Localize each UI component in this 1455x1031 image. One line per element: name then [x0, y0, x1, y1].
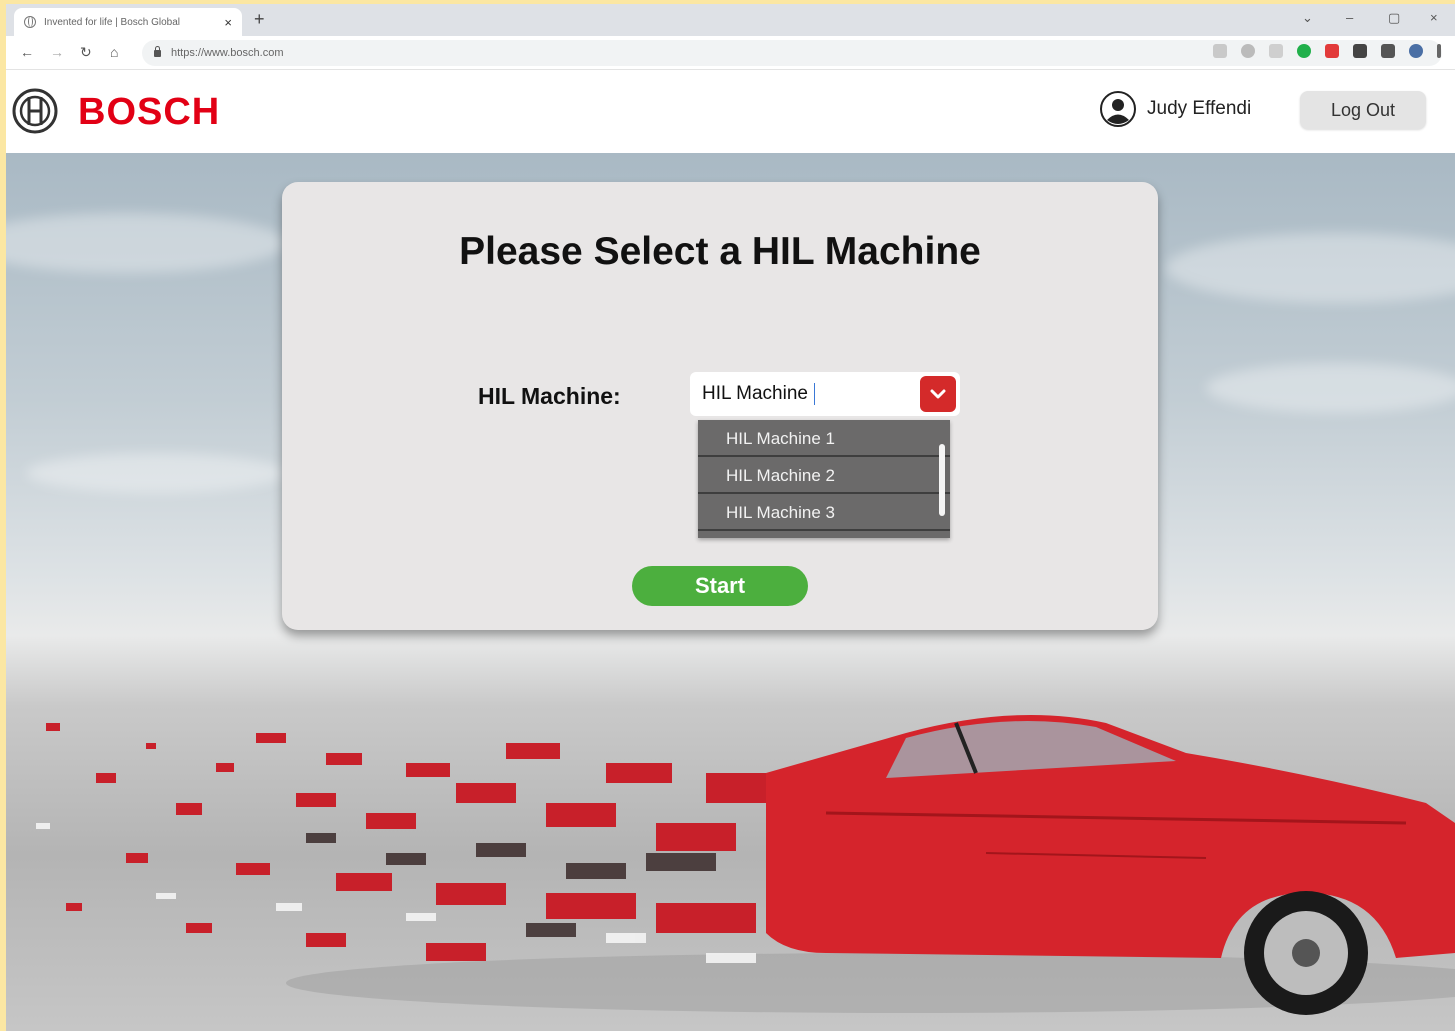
star-icon[interactable]	[1241, 44, 1255, 58]
forward-icon[interactable]: →	[50, 44, 64, 60]
tab-search-icon[interactable]: ⌄	[1302, 10, 1313, 26]
select-value: HIL Machine	[702, 383, 808, 404]
browser-window: Invented for life | Bosch Global × + ⌄ –…	[6, 4, 1455, 1031]
close-window-icon[interactable]: ×	[1430, 10, 1438, 25]
profile-avatar-icon[interactable]	[1409, 44, 1423, 58]
dropdown-option-hil-machine-1[interactable]: HIL Machine 1	[698, 420, 950, 457]
browser-toolbar: ← → ↻ ⌂ https://www.bosch.com	[6, 36, 1455, 70]
dropdown-list: HIL Machine 1 HIL Machine 2 HIL Machine …	[698, 420, 950, 538]
extension-icons	[1213, 44, 1441, 58]
user-profile[interactable]: Judy Effendi	[1099, 90, 1251, 128]
tab-bar: Invented for life | Bosch Global × + ⌄ –…	[6, 4, 1455, 36]
car-illustration	[36, 715, 1455, 1015]
home-icon[interactable]: ⌂	[110, 44, 118, 60]
dropdown-option-hil-machine-2[interactable]: HIL Machine 2	[698, 457, 950, 494]
site-header: BOSCH Judy Effendi Log Out	[6, 71, 1455, 153]
logout-button[interactable]: Log Out	[1300, 91, 1426, 129]
globe-icon	[24, 16, 36, 28]
text-caret	[813, 383, 815, 405]
new-tab-button[interactable]: +	[254, 9, 265, 30]
card-title: Please Select a HIL Machine	[459, 230, 981, 273]
side-panel-icon[interactable]	[1381, 44, 1395, 58]
brand-wordmark[interactable]: BOSCH	[78, 91, 220, 134]
bosch-logo-icon[interactable]	[12, 88, 58, 134]
user-name: Judy Effendi	[1147, 98, 1252, 119]
tab-title: Invented for life | Bosch Global	[44, 16, 181, 28]
puzzle-icon[interactable]	[1353, 44, 1367, 58]
hil-machine-select[interactable]: HIL Machine	[690, 372, 960, 416]
url-text: https://www.bosch.com	[171, 47, 284, 59]
machine-select-card: Please Select a HIL Machine HIL Machine:…	[282, 182, 1158, 630]
chevron-down-icon	[930, 389, 946, 399]
browser-tab[interactable]: Invented for life | Bosch Global ×	[14, 8, 242, 36]
back-icon[interactable]: ←	[20, 44, 34, 60]
kebab-menu-icon[interactable]	[1437, 44, 1441, 58]
maximize-icon[interactable]: ▢	[1388, 10, 1400, 26]
tab-close-icon[interactable]: ×	[224, 15, 232, 30]
minimize-icon[interactable]: –	[1346, 10, 1353, 25]
dropdown-option-hil-machine-3[interactable]: HIL Machine 3	[698, 494, 950, 531]
user-avatar-icon	[1100, 91, 1136, 127]
share-icon[interactable]	[1213, 44, 1227, 58]
start-button[interactable]: Start	[632, 566, 808, 606]
extension-grid-icon[interactable]	[1269, 44, 1283, 58]
lock-icon	[154, 45, 161, 57]
grammar-extension-icon[interactable]	[1297, 44, 1311, 58]
reload-icon[interactable]: ↻	[80, 44, 92, 61]
dropdown-scrollbar[interactable]	[939, 444, 945, 516]
dropdown-toggle-button[interactable]	[920, 376, 956, 412]
hil-machine-label: HIL Machine:	[478, 383, 621, 409]
pdf-extension-icon[interactable]	[1325, 44, 1339, 58]
